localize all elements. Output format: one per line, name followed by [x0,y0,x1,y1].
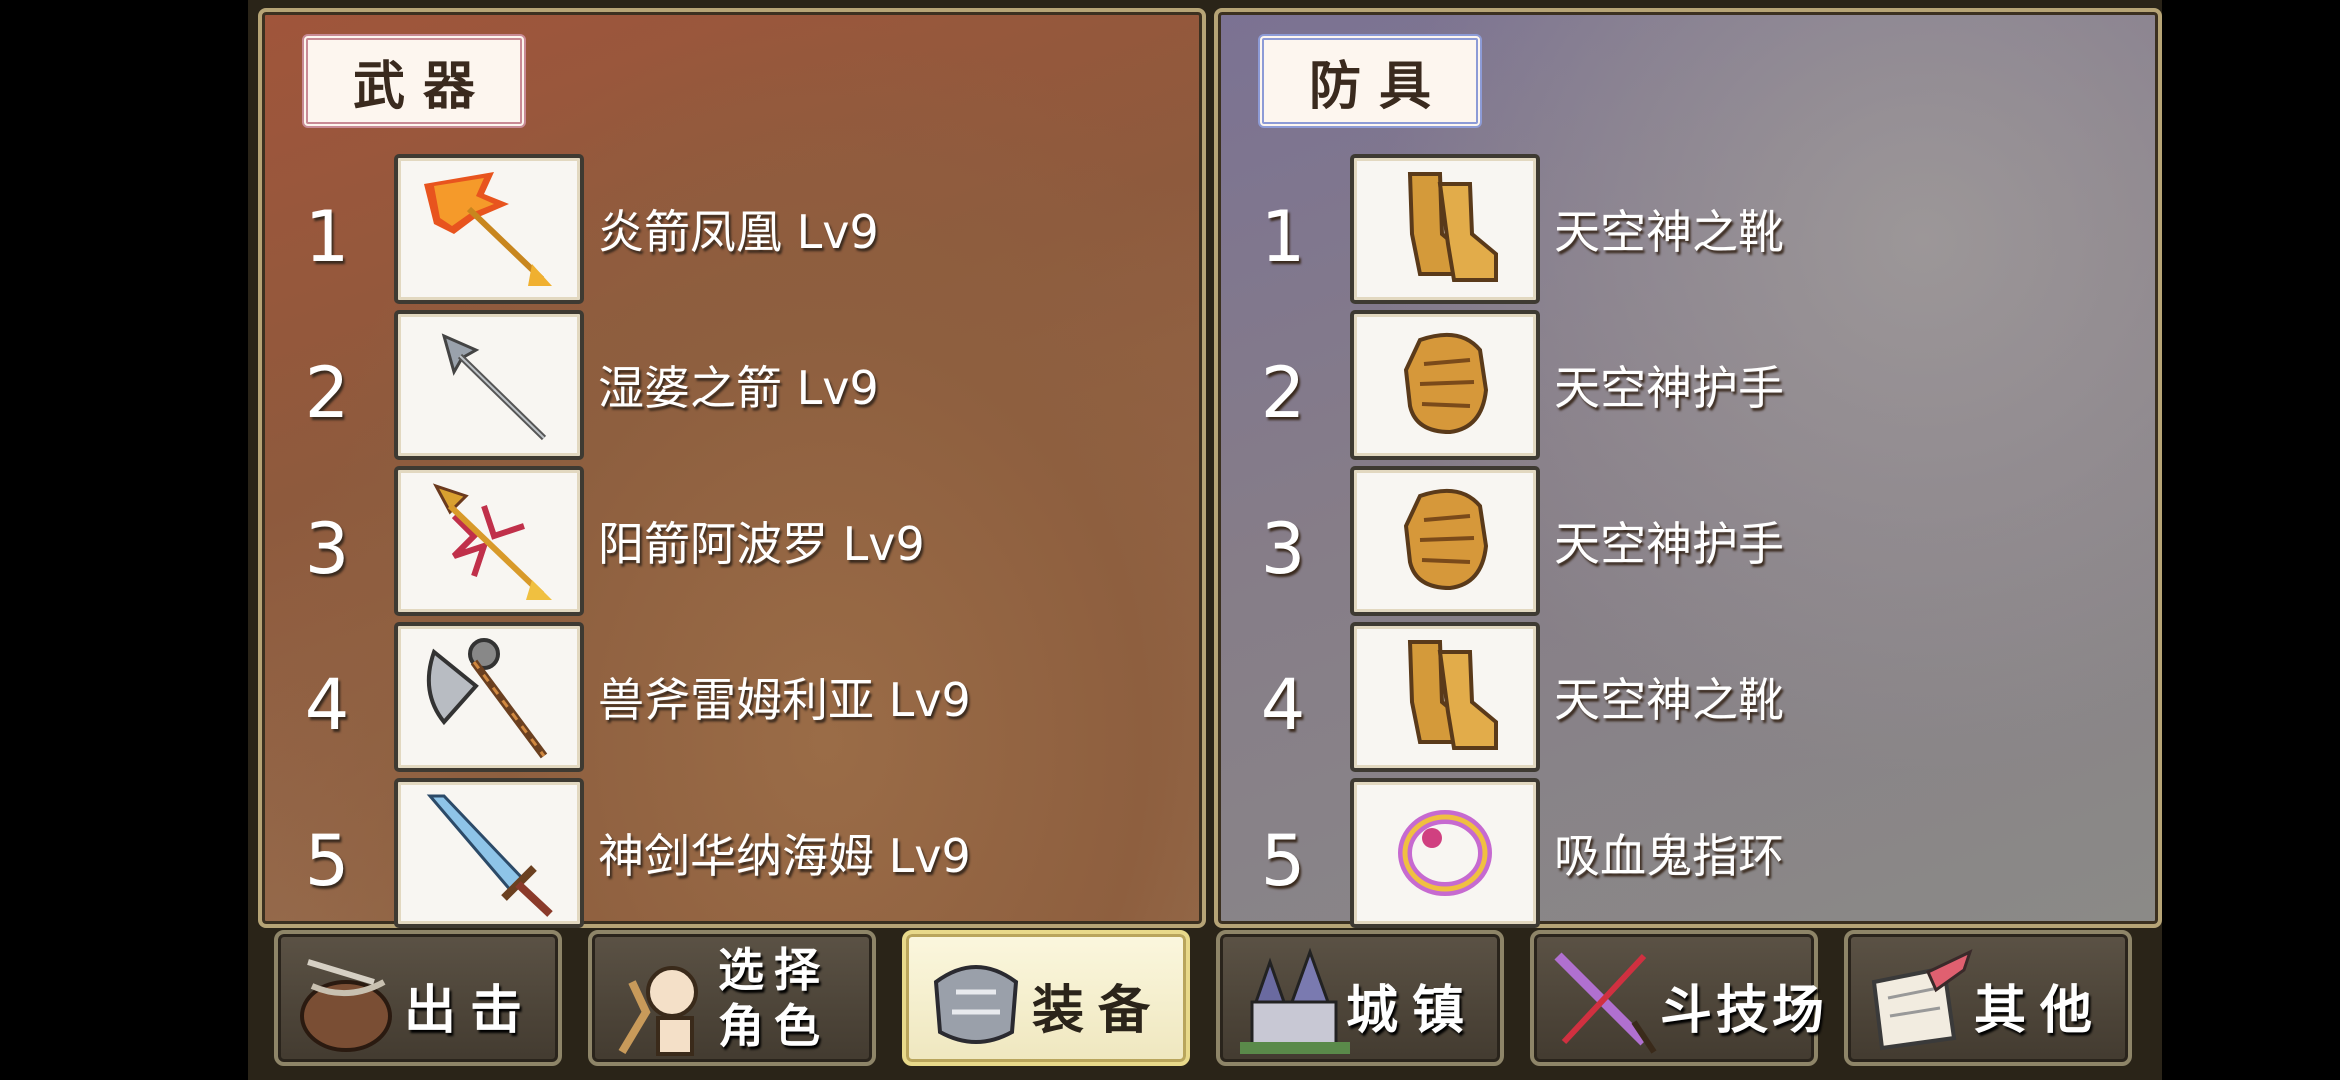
castle-icon [1240,947,1350,1054]
battle-axe-icon [426,638,548,759]
select-character-button[interactable]: 选择 角色 [588,930,876,1066]
weapon-icon-frame[interactable] [394,310,584,460]
armor-name: 天空神之靴 [1554,205,1784,259]
weapon-slot-4[interactable]: 4 兽斧雷姆利亚 Lv9 [262,622,1202,772]
armor-name: 天空神护手 [1554,361,1784,415]
weapon-slot-3[interactable]: 3 阳箭阿波罗 Lv9 [262,466,1202,616]
character-icon [618,966,698,1056]
weapon-name: 神剑华纳海姆 Lv9 [598,829,971,883]
weapon-name: 湿婆之箭 Lv9 [598,361,879,415]
bottom-nav-bar: 出击 选择 角色 装备 城镇 斗技场 其他 [248,930,2162,1080]
weapon-icon-frame[interactable] [394,154,584,304]
weapon-name: 阳箭阿波罗 Lv9 [598,517,925,571]
arena-label: 斗技场 [1660,981,1829,1041]
armor-name: 天空神护手 [1554,517,1784,571]
slot-number: 2 [304,352,350,434]
weapon-icon-frame[interactable] [394,622,584,772]
slot-number: 3 [304,508,350,590]
armor-panel: 防具 1 天空神之靴 2 天空神护手 3 天空神护手 4 天空神之靴 5 吸血鬼… [1214,8,2162,928]
weapon-icon-frame[interactable] [394,778,584,928]
other-label: 其他 [1974,981,2107,1041]
town-label: 城镇 [1346,981,1479,1041]
arena-button[interactable]: 斗技场 [1530,930,1824,1066]
armor-name: 吸血鬼指环 [1554,829,1784,883]
weapon-slot-5[interactable]: 5 神剑华纳海姆 Lv9 [262,778,1202,928]
equip-button[interactable]: 装备 [902,930,1190,1066]
slot-number: 1 [304,196,350,278]
slot-number: 5 [1260,820,1306,902]
game-screen: 武器 1 炎箭凤凰 Lv9 2 湿婆之箭 Lv9 3 阳箭阿波罗 Lv9 4 兽… [248,0,2162,1080]
select-character-label: 选择 角色 [718,942,830,1054]
weapon-slot-2[interactable]: 2 湿婆之箭 Lv9 [262,310,1202,460]
armor-slot-1[interactable]: 1 天空神之靴 [1218,154,2158,304]
boots-icon [1407,640,1498,750]
slot-number: 4 [304,664,350,746]
armor-tab-label: 防具 [1258,34,1482,128]
slot-number: 3 [1260,508,1306,590]
armor-slot-4[interactable]: 4 天空神之靴 [1218,622,2158,772]
armor-slot-5[interactable]: 5 吸血鬼指环 [1218,778,2158,928]
armor-name: 天空神之靴 [1554,673,1784,727]
gauntlet-icon [1403,332,1489,435]
slot-number: 2 [1260,352,1306,434]
select-label-line2: 角色 [718,999,830,1053]
weapon-name: 炎箭凤凰 Lv9 [598,205,879,259]
armor-title: 防具 [1308,56,1449,117]
other-button[interactable]: 其他 [1844,930,2132,1066]
sortie-label: 出击 [404,981,537,1041]
equip-label: 装备 [1032,981,1165,1041]
gauntlet-icon [1403,488,1489,591]
weapon-icon-frame[interactable] [394,466,584,616]
armor-slot-2[interactable]: 2 天空神护手 [1218,310,2158,460]
scroll-quill-icon [1871,949,1973,1051]
armor-slot-3[interactable]: 3 天空神护手 [1218,466,2158,616]
armor-icon-frame[interactable] [1350,154,1540,304]
armor-icon-frame[interactable] [1350,310,1540,460]
weapon-slot-1[interactable]: 1 炎箭凤凰 Lv9 [262,154,1202,304]
select-label-line1: 选择 [718,943,830,997]
armor-icon [933,965,1019,1044]
sun-arrow-icon [432,483,552,600]
silver-arrow-icon [441,333,547,441]
weapon-name: 兽斧雷姆利亚 Lv9 [598,673,971,727]
slot-number: 5 [304,820,350,902]
weapons-panel: 武器 1 炎箭凤凰 Lv9 2 湿婆之箭 Lv9 3 阳箭阿波罗 Lv9 4 兽… [258,8,1206,928]
armor-icon-frame[interactable] [1350,622,1540,772]
slot-number: 1 [1260,196,1306,278]
sortie-button[interactable]: 出击 [274,930,562,1066]
flame-arrow-icon [424,172,552,286]
armor-icon-frame[interactable] [1350,466,1540,616]
armor-icon-frame[interactable] [1350,778,1540,928]
weapons-title: 武器 [352,56,493,117]
weapons-tab-label: 武器 [302,34,526,128]
sword-icon [426,794,553,917]
bag-icon [300,959,392,1052]
ring-icon [1398,810,1492,896]
town-button[interactable]: 城镇 [1216,930,1504,1066]
boots-icon [1407,172,1498,282]
crossed-swords-icon [1554,952,1657,1054]
slot-number: 4 [1260,664,1306,746]
